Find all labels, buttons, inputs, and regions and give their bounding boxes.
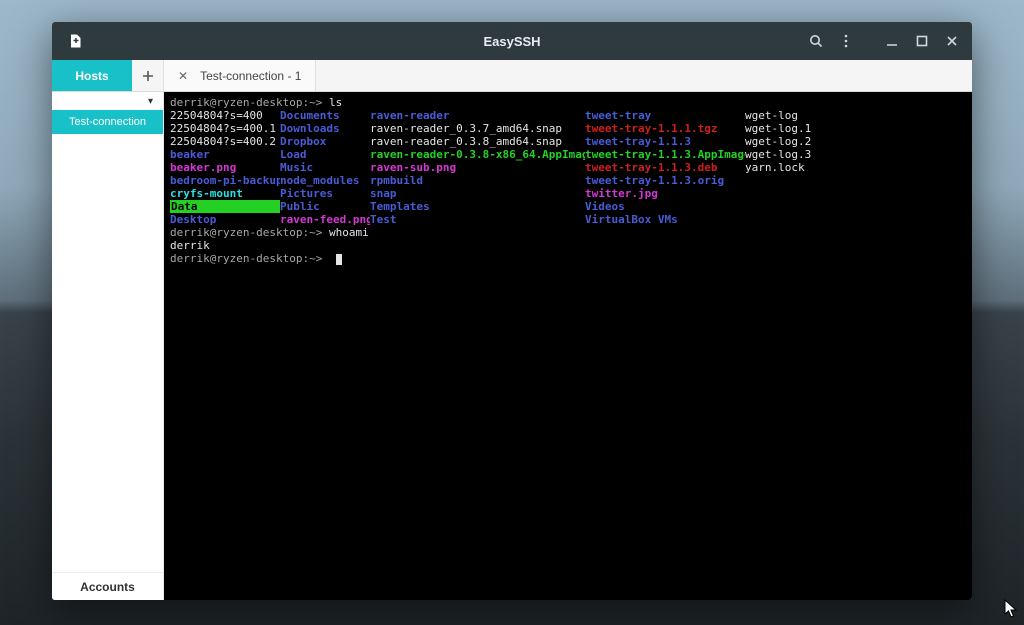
- menu-icon[interactable]: [832, 27, 860, 55]
- tab-test-connection[interactable]: ✕ Test-connection - 1: [164, 60, 316, 91]
- sidebar-collapse-icon[interactable]: ▾: [52, 92, 163, 110]
- terminal[interactable]: derrik@ryzen-desktop:~> ls22504804?s=400…: [164, 92, 972, 600]
- mouse-cursor-icon: [1004, 599, 1018, 619]
- sidebar: ▾ Test-connection Accounts: [52, 92, 164, 600]
- tab-close-icon[interactable]: ✕: [178, 69, 188, 83]
- sidebar-item-test-connection[interactable]: Test-connection: [52, 110, 163, 134]
- search-icon[interactable]: [802, 27, 830, 55]
- maximize-icon[interactable]: [908, 27, 936, 55]
- close-icon[interactable]: [938, 27, 966, 55]
- new-document-icon[interactable]: [62, 27, 90, 55]
- minimize-icon[interactable]: [878, 27, 906, 55]
- accounts-button[interactable]: Accounts: [52, 572, 163, 600]
- app-window: EasySSH Hosts ✕ Test-co: [52, 22, 972, 600]
- titlebar: EasySSH: [52, 22, 972, 60]
- tab-label: Test-connection - 1: [200, 69, 301, 83]
- hosts-button[interactable]: Hosts: [52, 60, 132, 91]
- new-tab-button[interactable]: [132, 60, 164, 91]
- tab-bar: Hosts ✕ Test-connection - 1: [52, 60, 972, 92]
